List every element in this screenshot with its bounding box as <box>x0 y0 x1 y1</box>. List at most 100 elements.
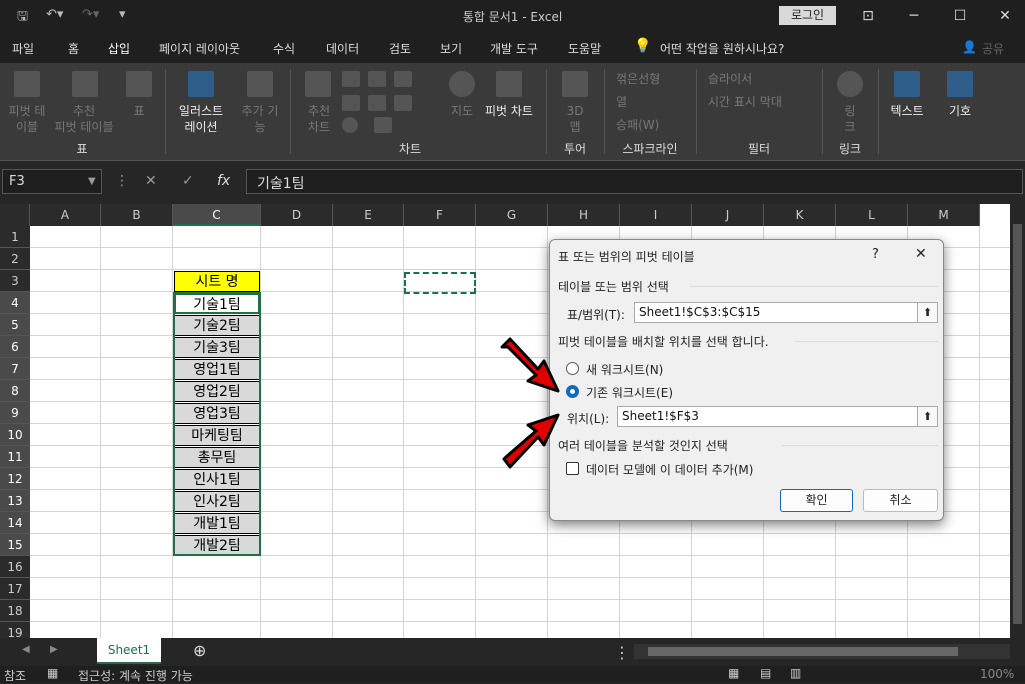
pie-chart-icon[interactable] <box>342 117 358 133</box>
statistic-chart-icon[interactable] <box>368 95 386 111</box>
split-handle-icon[interactable]: ⋮ <box>614 643 630 662</box>
sparkline-line-button[interactable]: 꺾은선형 <box>616 71 660 87</box>
symbol-button[interactable]: 기호 <box>940 103 980 119</box>
name-box[interactable]: F3 <box>2 169 102 194</box>
table-icon <box>126 71 152 97</box>
add-sheet-icon[interactable]: ⊕ <box>193 641 206 660</box>
cell-c11[interactable]: 총무팀 <box>174 447 260 468</box>
sparkline-winloss-button[interactable]: 승패(W) <box>616 117 659 133</box>
tab-formulas[interactable]: 수식 <box>273 40 295 57</box>
pivot-table-button[interactable]: 피벗 테 이블 <box>2 103 52 135</box>
tab-file[interactable]: 파일 <box>12 40 34 57</box>
formula-input[interactable]: 기술1팀 <box>246 169 1023 194</box>
recommended-charts-button[interactable]: 추천 차트 <box>296 103 342 135</box>
group-link-label: 링크 <box>838 142 862 156</box>
zoom-level[interactable]: 100% <box>980 667 1014 681</box>
slicer-button[interactable]: 슬라이서 <box>708 71 752 87</box>
sheet-tab-sheet1[interactable]: Sheet1 <box>97 638 161 664</box>
pivot-chart-button[interactable]: 피벗 차트 <box>478 103 540 119</box>
tab-home[interactable]: 홈 <box>68 40 79 57</box>
table-button[interactable]: 표 <box>126 103 152 119</box>
cell-c14[interactable]: 개발1팀 <box>174 513 260 534</box>
illustrations-button[interactable]: 일러스트 레이션 <box>168 103 234 135</box>
close-button[interactable]: ✕ <box>985 4 1025 28</box>
dialog-close-button[interactable]: ✕ <box>915 246 927 262</box>
accessibility-status[interactable]: 접근성: 계속 진행 가능 <box>78 667 193 684</box>
cell-c5[interactable]: 기술2팀 <box>174 315 260 336</box>
cancel-icon[interactable]: ✕ <box>145 173 157 189</box>
horizontal-scrollbar[interactable] <box>634 644 1010 659</box>
cell-c13[interactable]: 인사2팀 <box>174 491 260 512</box>
normal-view-icon[interactable]: ▦ <box>728 666 739 680</box>
symbol-icon <box>947 71 973 97</box>
location-collapse-icon[interactable]: ⬆ <box>917 407 937 426</box>
column-chart-icon[interactable] <box>342 71 360 87</box>
tab-help[interactable]: 도움말 <box>568 40 601 57</box>
line-chart-icon[interactable] <box>342 95 360 111</box>
vertical-scrollbar[interactable] <box>1010 204 1025 638</box>
help-button[interactable]: ? <box>872 247 879 262</box>
range-collapse-icon[interactable]: ⬆ <box>917 303 937 322</box>
new-worksheet-label[interactable]: 새 워크시트(N) <box>586 361 663 378</box>
page-layout-view-icon[interactable]: ▤ <box>760 666 771 680</box>
cancel-button[interactable]: 취소 <box>863 489 938 512</box>
cell-c3-header[interactable]: 시트 명 <box>174 271 260 292</box>
red-arrow-lower <box>502 413 560 469</box>
text-icon <box>894 71 920 97</box>
share-button[interactable]: 공유 <box>982 40 1004 57</box>
location-input[interactable]: Sheet1!$F$3 <box>617 406 938 427</box>
scatter-chart-icon[interactable] <box>374 117 392 133</box>
text-button[interactable]: 텍스트 <box>884 103 930 119</box>
addins-button[interactable]: 추가 기 능 <box>236 103 284 135</box>
cell-c4[interactable]: 기술1팀 <box>174 293 260 314</box>
restore-button[interactable]: ☐ <box>940 4 980 28</box>
ok-button[interactable]: 확인 <box>780 489 853 512</box>
cell-c15[interactable]: 개발2팀 <box>174 535 260 556</box>
minimize-button[interactable]: ─ <box>894 4 934 28</box>
insert-function-icon[interactable]: fx <box>217 173 230 189</box>
cell-c6[interactable]: 기술3팀 <box>174 337 260 358</box>
sparkline-column-button[interactable]: 열 <box>616 94 627 110</box>
maps-button[interactable]: 지도 <box>442 103 482 119</box>
namebox-dropdown-icon[interactable]: ▼ <box>88 176 96 187</box>
timeline-button[interactable]: 시간 표시 막대 <box>708 94 782 110</box>
tab-developer[interactable]: 개발 도구 <box>490 40 538 57</box>
ribbon-display-icon[interactable]: ⊡ <box>848 4 888 28</box>
maps-icon <box>449 71 475 97</box>
scroll-thumb[interactable] <box>1013 224 1022 624</box>
tab-review[interactable]: 검토 <box>389 40 411 57</box>
tab-data[interactable]: 데이터 <box>326 40 359 57</box>
cell-c10[interactable]: 마케팅팀 <box>174 425 260 446</box>
macro-icon[interactable]: ▦ <box>47 666 58 680</box>
sheet-tab-bar: ◀ ▶ Sheet1 ⊕ ⋮ <box>0 638 1025 666</box>
group-table-label: 표 <box>76 142 88 156</box>
tab-page-layout[interactable]: 페이지 레이아웃 <box>159 40 240 57</box>
recommended-charts-icon <box>305 71 331 97</box>
cell-c12[interactable]: 인사1팀 <box>174 469 260 490</box>
recommended-pivot-button[interactable]: 추천 피벗 테이블 <box>48 103 120 135</box>
cell-c9[interactable]: 영업3팀 <box>174 403 260 424</box>
cell-c8[interactable]: 영업2팀 <box>174 381 260 402</box>
tab-insert[interactable]: 삽입 <box>108 40 130 57</box>
login-button[interactable]: 로그인 <box>779 6 836 25</box>
link-button[interactable]: 링 크 <box>830 103 870 135</box>
tell-me-search[interactable]: 어떤 작업을 원하시나요? <box>660 40 784 57</box>
scroll-right-icon[interactable]: ▶ <box>50 644 58 655</box>
more-icon[interactable]: ⋮ <box>115 173 129 189</box>
enter-icon[interactable]: ✓ <box>182 173 194 189</box>
page-break-view-icon[interactable]: ▥ <box>790 666 801 680</box>
range-input[interactable]: Sheet1!$C$3:$C$15 <box>634 302 938 323</box>
tab-view[interactable]: 보기 <box>440 40 462 57</box>
cell-c7[interactable]: 영업1팀 <box>174 359 260 380</box>
illustrations-icon <box>188 71 214 97</box>
combo-chart-icon[interactable] <box>394 95 412 111</box>
scroll-left-icon[interactable]: ◀ <box>22 644 30 655</box>
existing-worksheet-label[interactable]: 기존 워크시트(E) <box>586 384 673 401</box>
datamodel-label[interactable]: 데이터 모델에 이 데이터 추가(M) <box>586 461 753 478</box>
waterfall-chart-icon[interactable] <box>394 71 412 87</box>
map3d-button[interactable]: 3D 맵 <box>555 103 595 135</box>
hierarchy-chart-icon[interactable] <box>368 71 386 87</box>
separator <box>165 69 166 154</box>
group-tour-label: 투어 <box>563 142 587 156</box>
h-scroll-thumb[interactable] <box>648 647 958 656</box>
